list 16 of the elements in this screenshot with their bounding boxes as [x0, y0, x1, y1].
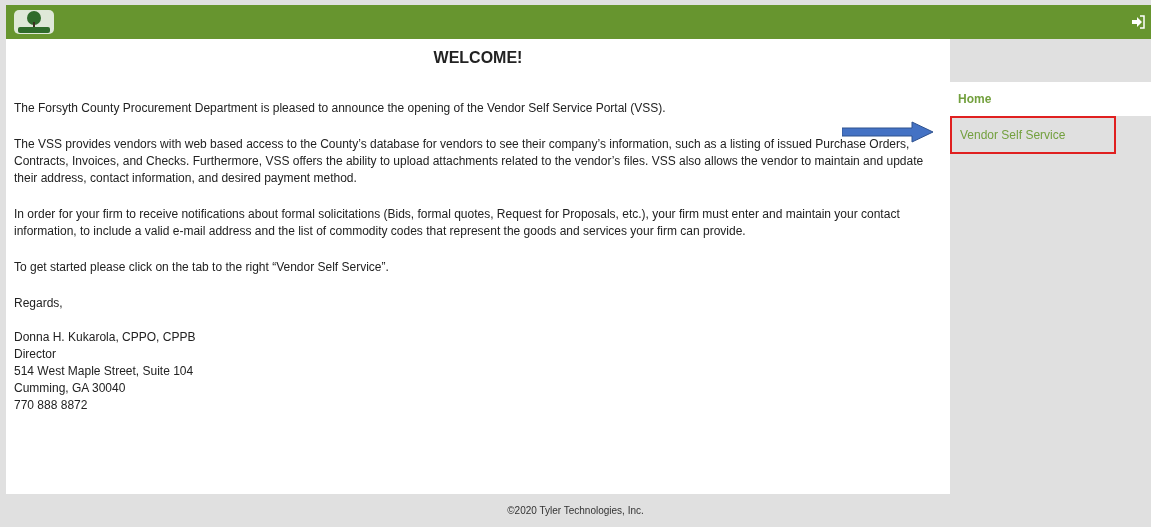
nav-item[interactable]: Vendor Self Service — [950, 116, 1116, 154]
paragraph: Regards, — [14, 295, 64, 312]
sign-in-icon[interactable] — [1131, 15, 1145, 29]
page-title: WELCOME! — [432, 49, 524, 66]
nav-item[interactable]: Home — [950, 82, 1151, 116]
signature-line: Donna H. Kukarola, CPPO, CPPB — [14, 329, 197, 346]
tree-logo-icon — [12, 8, 56, 36]
paragraph: The Forsyth County Procurement Department is pleased to announce the opening of the Vendor Self Service Portal (VSS). — [14, 100, 667, 117]
paragraph: In order for your firm to receive notifications about formal solicitations (Bids, formal quotes, Request for Proposals, etc.), your firm must enter and maintain your contact information, to include a valid e-mail address and the list of commodity codes that represent the goods and services your firm can provide. — [14, 206, 901, 240]
signature-line: Director — [14, 346, 57, 363]
paragraph: To get started please click on the tab to the right “Vendor Self Service”. — [14, 259, 390, 276]
signature-line: 770 888 8872 — [14, 397, 89, 414]
paragraph: The VSS provides vendors with web based access to the County’s database for vendors to see their company’s information, such as a listing of issued Purchase Orders, Contracts, Invoices, and Checks. Furthermore, VSS offers the ability to upload attachments related to the vendor’s files. VSS also allows the vendor to maintain and update their address, contact information, and desired payment method. — [14, 136, 925, 187]
signature-line: 514 West Maple Street, Suite 104 — [14, 363, 195, 380]
signature-line: Cumming, GA 30040 — [14, 380, 127, 397]
footer-text: ©2020 Tyler Technologies, Inc. — [506, 504, 645, 518]
